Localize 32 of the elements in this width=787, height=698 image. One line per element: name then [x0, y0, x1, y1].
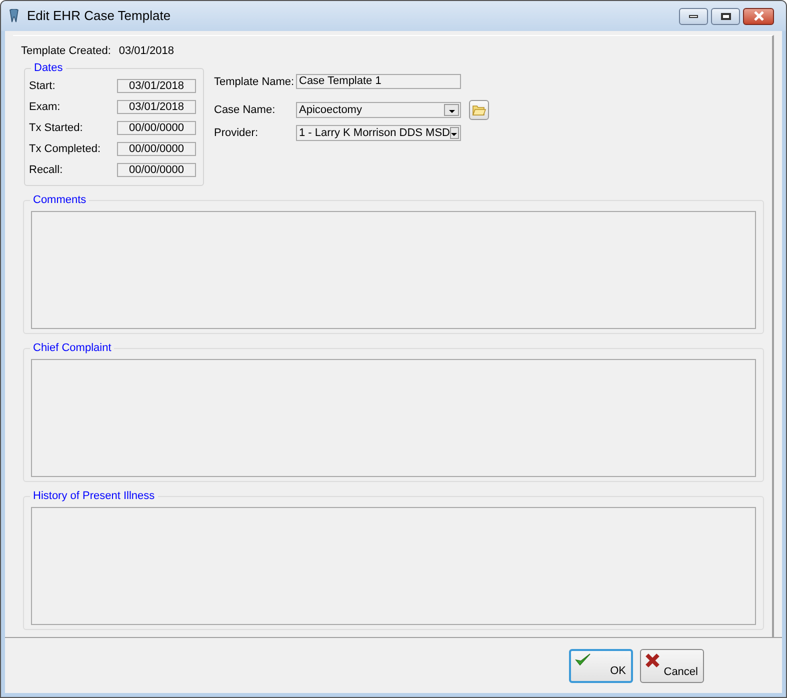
group-title: History of Present Illness — [30, 489, 158, 503]
date-field[interactable]: 00/00/0000 — [117, 163, 196, 177]
tooth-icon — [9, 9, 19, 23]
close-button[interactable] — [743, 8, 774, 24]
x-mark-icon — [645, 653, 660, 668]
folder-button[interactable] — [469, 100, 489, 120]
close-icon — [752, 11, 764, 21]
text-field[interactable]: Case Template 1 — [296, 74, 461, 89]
cancel-button[interactable]: Cancel — [640, 649, 704, 683]
field-label: Exam: — [29, 100, 62, 114]
group-title: Chief Complaint — [30, 341, 114, 355]
field-label: Tx Started: — [29, 121, 84, 135]
dropdown[interactable]: Apicoectomy — [296, 102, 461, 118]
date-field[interactable]: 00/00/0000 — [117, 142, 196, 156]
dropdown[interactable]: 1 - Larry K Morrison DDS MSD — [296, 125, 461, 141]
field-label: Provider: — [214, 126, 260, 140]
checkmark-icon — [575, 653, 591, 667]
field-label: Case Name: — [214, 103, 276, 117]
date-field[interactable]: 00/00/0000 — [117, 121, 196, 135]
field-value: 03/01/2018 — [118, 44, 174, 58]
field-label: Template Name: — [214, 74, 296, 88]
field-label: Template Created: — [21, 44, 111, 58]
field-label: Tx Completed: — [29, 142, 102, 156]
ok-button[interactable]: OK — [569, 649, 633, 683]
field-label: Recall: — [29, 163, 64, 177]
folder-icon — [472, 104, 486, 116]
field-label: Start: — [29, 79, 56, 93]
window-title: Edit EHR Case Template — [27, 9, 171, 23]
maximize-button[interactable] — [711, 8, 740, 24]
date-field[interactable]: 03/01/2018 — [117, 79, 196, 93]
date-field[interactable]: 03/01/2018 — [117, 100, 196, 114]
minimize-button[interactable] — [679, 8, 708, 24]
